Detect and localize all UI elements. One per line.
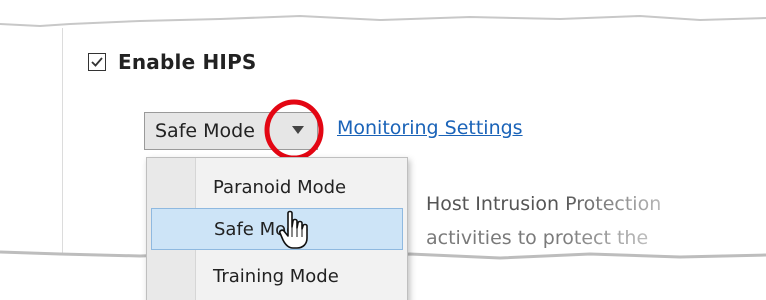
menu-item-label: Training Mode — [213, 265, 339, 287]
menu-item-training-mode[interactable]: Training Mode — [151, 255, 403, 297]
checkmark-icon — [91, 57, 103, 67]
enable-hips-row[interactable]: Enable HIPS — [88, 50, 257, 74]
hand-cursor-icon — [279, 210, 308, 249]
menu-item-label: Paranoid Mode — [213, 176, 347, 198]
highlight-circle-annotation — [264, 99, 324, 161]
enable-hips-label: Enable HIPS — [118, 50, 257, 74]
hips-mode-selected-value: Safe Mode — [155, 120, 255, 142]
menu-item-paranoid-mode[interactable]: Paranoid Mode — [151, 166, 403, 208]
monitoring-settings-link[interactable]: Monitoring Settings — [337, 117, 523, 139]
hips-mode-dropdown-menu: Paranoid Mode Safe Mode Training Mode — [146, 157, 408, 300]
hips-settings-screenshot: Enable HIPS Safe Mode Monitoring Setting… — [0, 0, 766, 300]
enable-hips-checkbox[interactable] — [88, 53, 106, 71]
menu-item-safe-mode[interactable]: Safe Mode — [151, 208, 403, 250]
